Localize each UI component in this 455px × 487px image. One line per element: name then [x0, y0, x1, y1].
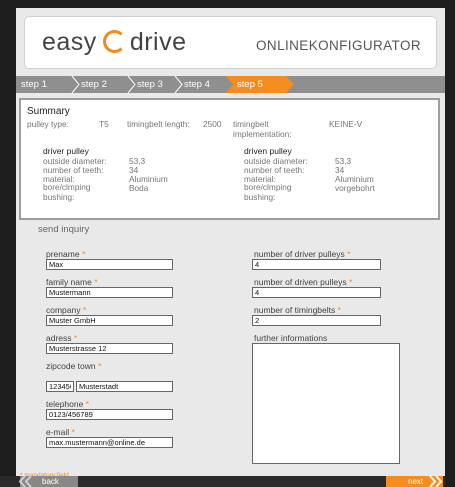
step-5-active[interactable]: step 5 — [237, 76, 285, 93]
driver-pulleys-label: number of driver pulleys * — [254, 249, 351, 259]
driven-bore-label: bore/clmping bushing: — [244, 182, 292, 202]
timingbelts-label: number of timingbelts * — [254, 305, 341, 315]
driver-pulleys-input[interactable] — [252, 259, 381, 270]
back-button[interactable]: back — [18, 476, 78, 487]
configurator-frame: easy drive ONLINEKONFIGURATOR step 1 step… — [16, 8, 445, 487]
step-1[interactable]: step 1 — [21, 76, 73, 93]
email-input[interactable] — [46, 437, 173, 448]
email-label: e-mail * — [46, 427, 75, 437]
step-3-label: step 3 — [137, 79, 163, 90]
step-bar: step 1 step 2 step 3 step 4 step 5 — [16, 76, 445, 93]
logo-drive: drive — [129, 28, 187, 56]
next-label: next — [408, 477, 424, 486]
step-4-label: step 4 — [184, 79, 210, 90]
back-label: back — [42, 477, 59, 486]
step-2-label: step 2 — [81, 79, 107, 90]
family-name-label: family name * — [46, 277, 98, 287]
prename-input[interactable] — [46, 259, 173, 270]
company-label: company * — [46, 305, 87, 315]
back-chevron-icon — [18, 476, 32, 487]
belt-length-value: 2500 — [203, 119, 222, 129]
belt-impl-value: KEINE-V — [329, 119, 363, 129]
telephone-label: telephone * — [46, 399, 90, 409]
step-5-label: step 5 — [237, 79, 263, 90]
belt-impl-label: timingbelt implementation: — [233, 119, 292, 139]
belt-length-label: timingbelt length: — [127, 119, 190, 129]
driven-pulleys-label: number of driven pulleys * — [254, 277, 353, 287]
summary-title: Summary — [27, 106, 70, 117]
app-subtitle: ONLINEKONFIGURATOR — [256, 38, 421, 53]
header: easy drive ONLINEKONFIGURATOR — [24, 16, 437, 69]
logo: easy drive — [42, 28, 187, 57]
prename-label: prename * — [46, 249, 86, 259]
inquiry-form: send inquiry prename * family name * com… — [16, 220, 445, 487]
timingbelts-input[interactable] — [252, 315, 381, 326]
driver-pulley-title: driver pulley — [43, 146, 89, 156]
next-button[interactable]: next — [386, 476, 443, 487]
address-label: adress * — [46, 333, 78, 343]
inquiry-title: send inquiry — [38, 224, 90, 235]
driver-bore-label: bore/clmping bushing: — [43, 182, 91, 202]
step-separator-icon — [174, 76, 183, 93]
address-input[interactable] — [46, 343, 173, 354]
zip-town-label: zipcode town * — [46, 361, 102, 371]
company-input[interactable] — [46, 315, 173, 326]
driven-pulley-title: driven pulley — [244, 146, 292, 156]
step-separator-icon — [71, 76, 80, 93]
pulley-type-value: T5 — [99, 119, 109, 129]
further-info-label: further informations — [254, 333, 328, 343]
further-info-textarea[interactable] — [252, 343, 400, 464]
step-1-label: step 1 — [21, 79, 47, 90]
step-2[interactable]: step 2 — [81, 76, 133, 93]
driver-bore-value: Boda — [129, 183, 149, 193]
next-chevron-icon — [429, 476, 443, 487]
driven-pulleys-input[interactable] — [252, 287, 381, 298]
telephone-input[interactable] — [46, 409, 173, 420]
step-separator-icon — [127, 76, 136, 93]
family-name-input[interactable] — [46, 287, 173, 298]
summary-panel: Summary pulley type: T5 timingbelt lengt… — [19, 98, 440, 220]
logo-ring-icon — [102, 30, 126, 53]
zipcode-input[interactable] — [46, 381, 74, 392]
pulley-type-label: pulley type: — [27, 119, 69, 129]
town-input[interactable] — [76, 381, 173, 392]
logo-easy: easy — [42, 28, 97, 56]
driven-bore-value: vorgebohrt — [335, 183, 375, 193]
